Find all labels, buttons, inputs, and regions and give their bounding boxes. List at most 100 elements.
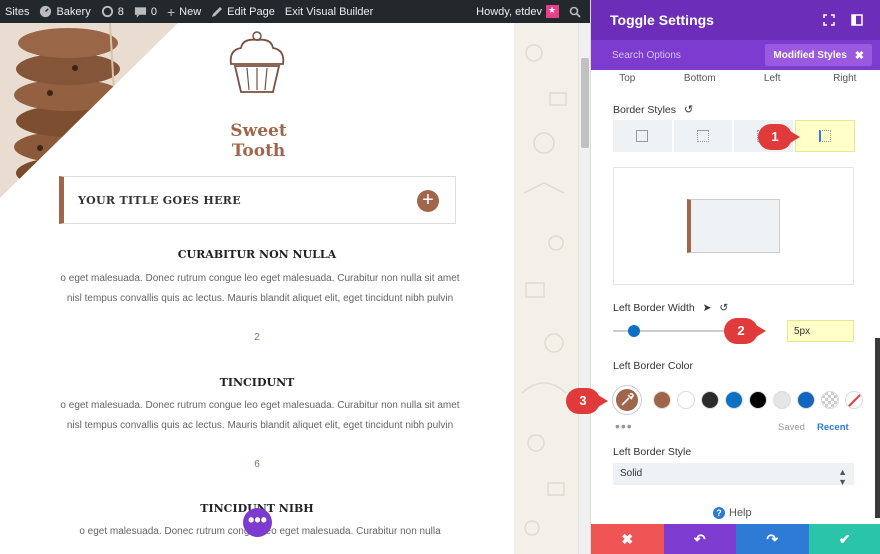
border-left-option[interactable] [794,120,855,152]
close-icon[interactable]: ✖ [855,49,864,62]
save-button[interactable]: ✔ [808,524,880,554]
border-all-option[interactable] [613,120,672,152]
saved-colors-tab[interactable]: Saved [778,422,805,433]
avatar [546,5,559,18]
plus-icon: + [166,3,176,20]
step-callout-1: 1 [758,124,800,150]
comments-menu[interactable]: 0 [129,0,162,23]
swatch-blue[interactable] [725,391,743,409]
modified-styles-filter[interactable]: Modified Styles ✖ [765,44,872,66]
border-preview-box [687,199,780,253]
more-colors-icon[interactable]: ••• [615,418,633,434]
sites-label: Sites [5,5,30,18]
builder-menu-button[interactable]: ••• [243,508,272,537]
brand-title: Sweet Tooth [230,121,287,161]
no-color-icon [846,392,862,408]
swatch-none[interactable] [845,391,863,409]
toggle-module[interactable]: YOUR TITLE GOES HERE + [59,176,456,224]
redo-button[interactable]: ↷ [736,524,809,554]
howdy-label: Howdy, etdev [476,5,542,18]
new-menu[interactable]: + New [162,0,206,23]
border-side-tabs: Top Bottom Left Right [591,73,880,84]
section-body-2: o eget malesuada. Donec rutrum congue le… [60,400,460,431]
border-width-input[interactable]: 5px [787,320,854,342]
section-heading-1: CURABITUR NON NULLA [177,248,337,261]
slider-handle[interactable] [628,325,640,337]
swatch-light-gray[interactable] [773,391,791,409]
undo-button[interactable]: ↶ [663,524,736,554]
wp-admin-bar: Sites Bakery 8 0 + New Edit Page Exit Vi… [0,0,590,23]
eyedropper-icon [621,392,634,406]
recent-colors-tab[interactable]: Recent [817,422,849,433]
border-top-option[interactable] [673,120,732,152]
swatch-black[interactable] [749,391,767,409]
border-styles-text: Border Styles [613,104,677,116]
border-left-icon [818,130,831,142]
step-callout-3: 3 [566,388,608,414]
reset-icon[interactable]: ↺ [719,302,728,314]
pencil-icon [212,6,223,17]
cursor-icon: ➤ [702,302,712,314]
left-border-width-label: Left Border Width ➤ ↺ [613,302,728,314]
updates-icon [101,5,113,18]
redo-icon: ↷ [766,530,779,547]
border-all-icon [636,130,649,142]
toggle-title: YOUR TITLE GOES HERE [78,193,241,207]
panel-scrollbar[interactable] [875,338,880,518]
dashboard-icon [40,5,52,18]
cookie-stack-image [0,23,178,198]
select-arrow-icon: ▲ ▼ [838,467,847,487]
tab-top[interactable]: Top [591,73,664,84]
fullscreen-icon[interactable] [823,13,835,26]
updates-menu[interactable]: 8 [96,0,129,23]
comment-icon [134,6,146,18]
modified-styles-label: Modified Styles [773,49,847,61]
swatch-transparent[interactable] [821,391,839,409]
sites-menu[interactable]: Sites [0,0,34,23]
tab-right[interactable]: Right [809,73,880,84]
search-options-placeholder: Search Options [612,49,681,61]
reset-icon[interactable]: ↺ [684,104,693,116]
account-menu[interactable]: Howdy, etdev [471,0,564,23]
comments-count: 0 [150,5,157,18]
step-callout-2: 2 [724,318,766,344]
help-link[interactable]: ? Help [713,507,752,519]
page-canvas: Sweet Tooth YOUR TITLE GOES HERE + CURAB… [0,23,578,554]
color-picker-button[interactable] [613,386,641,414]
fab-dots: ••• [248,510,267,530]
swatch-navy-blue[interactable] [797,391,815,409]
tab-left[interactable]: Left [736,73,809,84]
cupcake-logo [225,28,289,96]
swatch-brown[interactable] [653,391,671,409]
border-style-select[interactable]: Solid ▲ ▼ [613,463,854,487]
panel-actions: ✖ ↶ ↷ ✔ [591,524,880,554]
panel-header: Toggle Settings [591,0,880,40]
help-icon: ? [713,507,725,519]
left-border-width-text: Left Border Width [613,302,695,314]
plus-icon[interactable]: + [417,190,439,212]
close-icon: ✖ [621,530,634,547]
swatch-white[interactable] [677,391,695,409]
border-preview [613,167,854,285]
page-scrollbar-thumb[interactable] [581,58,589,148]
options-search[interactable]: Search Options Modified Styles ✖ [591,40,880,70]
edit-page-label: Edit Page [227,5,275,18]
dock-panel-icon[interactable] [851,13,863,26]
undo-icon: ↶ [693,530,706,547]
edit-page-link[interactable]: Edit Page [206,0,280,23]
section-heading-2: TINCIDUNT [219,376,295,389]
search-icon [569,6,581,18]
admin-search[interactable] [564,0,590,23]
swatch-dark-gray[interactable] [701,391,719,409]
border-style-selector [613,120,855,152]
section-body-1: o eget malesuada. Donec rutrum congue le… [60,273,460,304]
background-pattern [514,23,578,554]
tab-bottom[interactable]: Bottom [664,73,737,84]
left-border-style-label: Left Border Style [613,446,692,458]
page-scrollbar[interactable] [578,23,590,554]
panel-title: Toggle Settings [610,12,714,28]
discard-button[interactable]: ✖ [591,524,664,554]
exit-builder-link[interactable]: Exit Visual Builder [280,0,378,23]
site-name-menu[interactable]: Bakery [34,0,95,23]
border-top-icon [696,130,709,142]
